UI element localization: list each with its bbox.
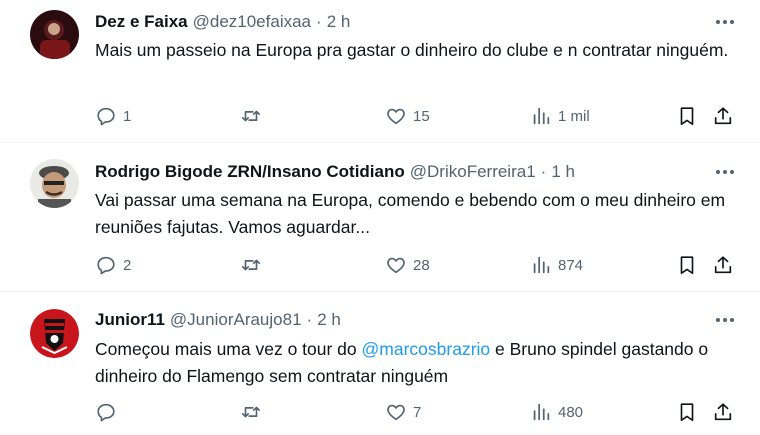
share-button[interactable] bbox=[712, 399, 734, 425]
views-icon bbox=[533, 107, 550, 125]
tweet-text-part: Começou mais uma vez o tour do bbox=[95, 339, 362, 359]
bookmark-icon bbox=[680, 256, 694, 275]
author-name[interactable]: Rodrigo Bigode ZRN/Insano Cotidiano bbox=[95, 162, 405, 182]
timestamp[interactable]: 2 h bbox=[327, 12, 351, 32]
like-icon bbox=[387, 108, 405, 125]
reply-icon bbox=[97, 403, 115, 422]
tweet-actions: 7 480 bbox=[95, 399, 740, 425]
views-count: 874 bbox=[558, 256, 584, 274]
timeline-feed: Dez e Faixa @dez10efaixaa · 2 h Mais um … bbox=[0, 0, 760, 435]
more-icon[interactable] bbox=[712, 162, 738, 182]
views-button[interactable]: 480 bbox=[530, 399, 583, 425]
author-handle[interactable]: @dez10efaixaa bbox=[193, 12, 311, 32]
separator-dot: · bbox=[306, 310, 313, 329]
reply-button[interactable]: 2 bbox=[95, 252, 131, 278]
views-button[interactable]: 874 bbox=[530, 252, 583, 278]
more-icon[interactable] bbox=[712, 12, 738, 32]
views-icon bbox=[533, 403, 550, 421]
bookmark-icon bbox=[680, 403, 694, 422]
retweet-icon bbox=[241, 406, 261, 418]
reply-button[interactable]: 1 bbox=[95, 103, 131, 129]
share-icon bbox=[714, 403, 732, 421]
tweet-text: Começou mais uma vez o tour do @marcosbr… bbox=[95, 336, 735, 390]
like-count: 7 bbox=[413, 403, 422, 421]
retweet-icon bbox=[241, 110, 261, 122]
views-count: 480 bbox=[558, 403, 584, 421]
avatar[interactable] bbox=[30, 159, 79, 208]
reply-button[interactable] bbox=[95, 399, 123, 425]
tweet-text: Mais um passeio na Europa pra gastar o d… bbox=[95, 40, 729, 60]
reply-count: 1 bbox=[123, 107, 132, 125]
like-count: 28 bbox=[413, 256, 430, 274]
bookmark-button[interactable] bbox=[676, 399, 698, 425]
timestamp[interactable]: 2 h bbox=[317, 310, 341, 330]
reply-icon bbox=[97, 107, 115, 126]
bookmark-icon bbox=[680, 107, 694, 126]
share-button[interactable] bbox=[712, 252, 734, 278]
like-icon bbox=[387, 257, 405, 274]
reply-count: 2 bbox=[123, 256, 132, 274]
retweet-button[interactable] bbox=[240, 103, 268, 129]
mention-link[interactable]: @marcosbrazrio bbox=[362, 339, 491, 359]
tweet-actions: 1 15 1 mil bbox=[95, 103, 740, 129]
tweet-text: Vai passar uma semana na Europa, comendo… bbox=[95, 190, 726, 237]
bookmark-button[interactable] bbox=[676, 103, 698, 129]
tweet[interactable]: Rodrigo Bigode ZRN/Insano Cotidiano @Dri… bbox=[0, 143, 760, 292]
tweet-header: Junior11 @JuniorAraujo81 · 2 h bbox=[95, 309, 341, 331]
retweet-button[interactable] bbox=[240, 252, 268, 278]
author-name[interactable]: Junior11 bbox=[95, 310, 165, 330]
views-icon bbox=[533, 256, 550, 274]
author-name[interactable]: Dez e Faixa bbox=[95, 12, 188, 32]
avatar[interactable] bbox=[30, 10, 79, 59]
timestamp[interactable]: 1 h bbox=[551, 162, 575, 182]
author-handle[interactable]: @JuniorAraujo81 bbox=[170, 310, 302, 330]
avatar[interactable] bbox=[30, 309, 79, 358]
more-icon[interactable] bbox=[712, 310, 738, 330]
tweet[interactable]: Junior11 @JuniorAraujo81 · 2 h Começou m… bbox=[0, 292, 760, 435]
like-icon bbox=[387, 404, 405, 421]
views-button[interactable]: 1 mil bbox=[530, 103, 590, 129]
like-button[interactable]: 28 bbox=[385, 252, 430, 278]
separator-dot: · bbox=[540, 162, 547, 181]
reply-icon bbox=[97, 256, 115, 275]
share-button[interactable] bbox=[712, 103, 734, 129]
like-button[interactable]: 15 bbox=[385, 103, 430, 129]
retweet-icon bbox=[241, 259, 261, 271]
retweet-button[interactable] bbox=[240, 399, 268, 425]
separator-dot: · bbox=[316, 12, 322, 31]
tweet-header: Dez e Faixa @dez10efaixaa · 2 h bbox=[95, 11, 350, 33]
share-icon bbox=[714, 256, 732, 274]
like-button[interactable]: 7 bbox=[385, 399, 421, 425]
bookmark-button[interactable] bbox=[676, 252, 698, 278]
views-count: 1 mil bbox=[558, 107, 590, 125]
tweet-header: Rodrigo Bigode ZRN/Insano Cotidiano @Dri… bbox=[95, 161, 575, 183]
author-handle[interactable]: @DrikoFerreira1 bbox=[410, 162, 536, 182]
tweet[interactable]: Dez e Faixa @dez10efaixaa · 2 h Mais um … bbox=[0, 0, 760, 143]
share-icon bbox=[714, 107, 732, 125]
like-count: 15 bbox=[413, 107, 430, 125]
tweet-actions: 2 28 874 bbox=[95, 252, 740, 278]
